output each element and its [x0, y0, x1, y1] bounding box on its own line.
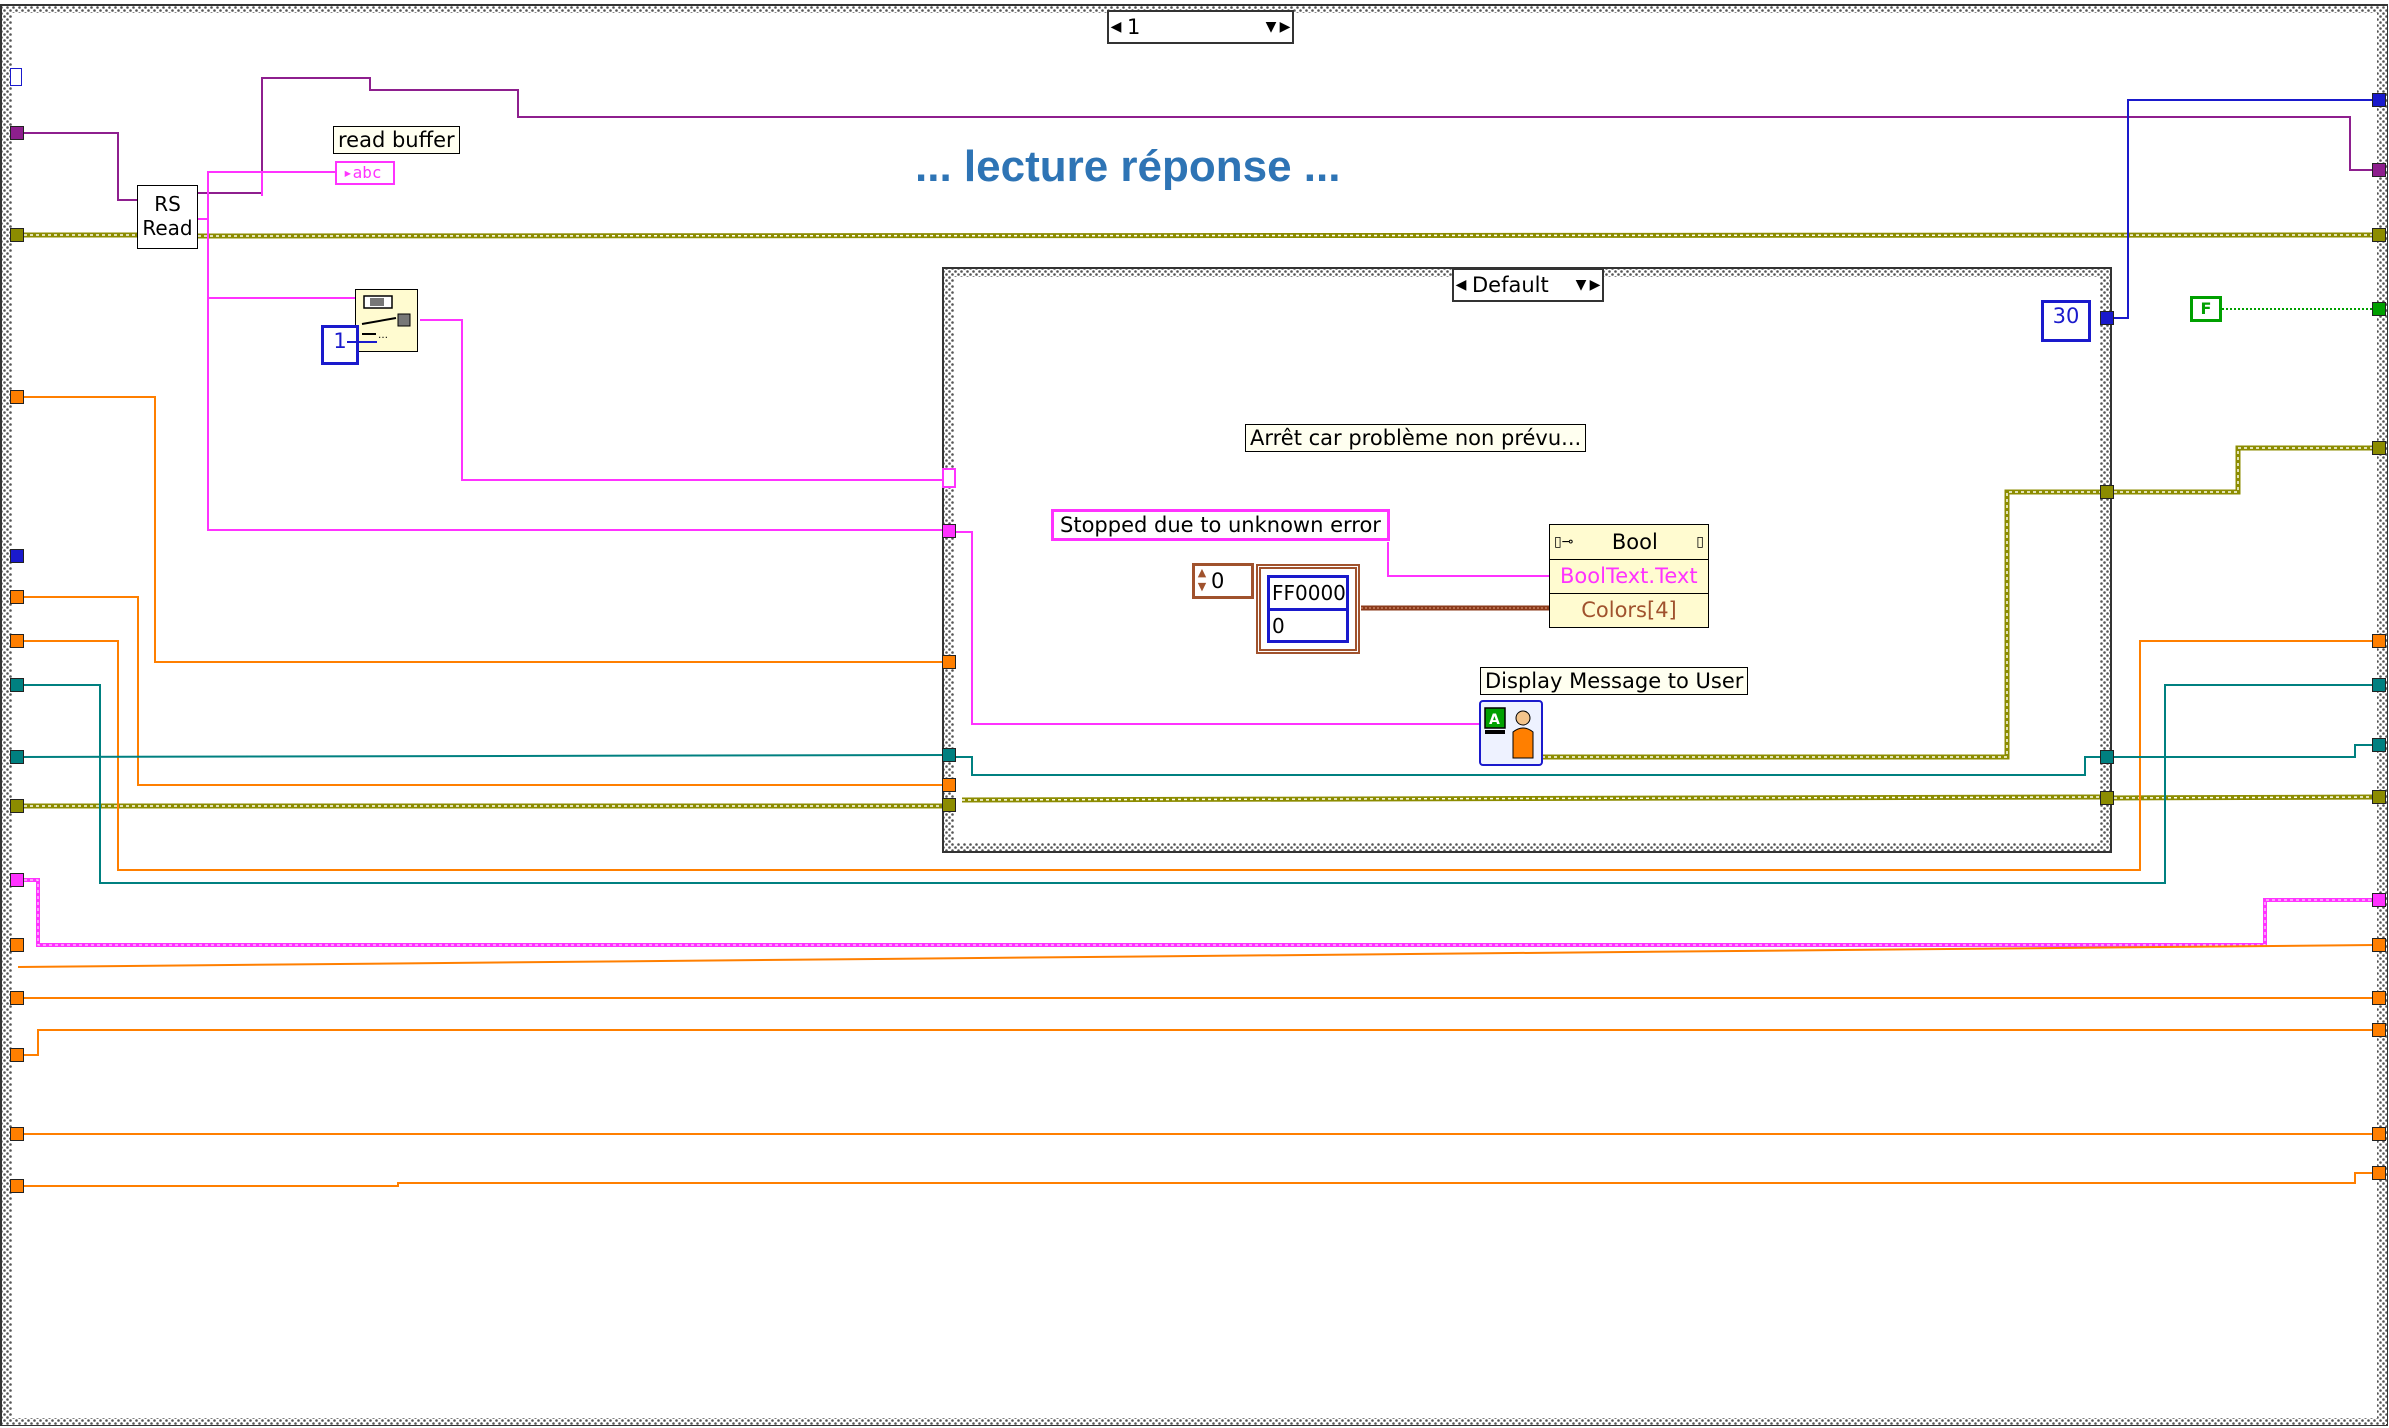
increment-arrow-icon[interactable]: ▶	[1588, 272, 1602, 298]
error-tunnel-right[interactable]	[2372, 228, 2386, 242]
outer-case-selector[interactable]: ◀ 1 ▼ ▶	[1107, 10, 1294, 44]
string-tunnel-right[interactable]	[2372, 893, 2386, 907]
error-tunnel-left-2[interactable]	[10, 799, 24, 813]
rs-read-line2: Read	[142, 216, 193, 240]
dropdown-icon[interactable]: ▼	[1264, 14, 1278, 40]
increment-arrow-icon[interactable]: ▶	[1278, 14, 1292, 40]
error-tunnel-right-3[interactable]	[2372, 790, 2386, 804]
decrement-arrow-icon[interactable]: ◀	[1454, 272, 1468, 298]
case-selector-tunnel[interactable]	[942, 468, 956, 488]
numeric-tunnel-right-5[interactable]	[2372, 1127, 2386, 1141]
property-item-2[interactable]: Colors[4]	[1550, 594, 1708, 627]
property-node-class: Bool	[1611, 530, 1658, 554]
numeric-tunnel-left-8[interactable]	[10, 1179, 24, 1193]
rs-read-line1: RS	[154, 192, 181, 216]
int-tunnel-right[interactable]	[2372, 93, 2386, 107]
numeric-tunnel-left-2[interactable]	[10, 590, 24, 604]
string-wire-thick	[18, 878, 2375, 947]
inner-case-value: Default	[1472, 273, 1549, 297]
int-tunnel-left[interactable]	[10, 549, 24, 563]
numeric-tunnel-left-3[interactable]	[10, 634, 24, 648]
int-wire	[2107, 99, 2375, 319]
annotation-title: ... lecture réponse ...	[915, 142, 1341, 191]
int-tunnel-inner-right[interactable]	[2100, 311, 2114, 325]
read-buffer-indicator[interactable]: ▸abc	[335, 161, 395, 185]
numeric-stepper-icon[interactable]: ▲ ▼	[1195, 566, 1209, 596]
refnum-tunnel-inner-left[interactable]	[942, 748, 956, 762]
refnum-tunnel-right-1[interactable]	[2372, 678, 2386, 692]
numeric-tunnel-left-7[interactable]	[10, 1127, 24, 1141]
read-buffer-indicator-text: abc	[352, 163, 382, 182]
numeric-tunnel-right-3[interactable]	[2372, 991, 2386, 1005]
comment-label: Arrêt car problème non prévu...	[1245, 424, 1587, 452]
refnum-tunnel-right-2[interactable]	[2372, 738, 2386, 752]
block-diagram: ◀ 1 ▼ ▶ ◀ Default ▼ ▶ ... lecture répons…	[0, 0, 2389, 1428]
dup-reference-icon: ▯	[1696, 534, 1704, 550]
index-constant[interactable]: 1	[321, 325, 359, 365]
cluster-value-2[interactable]: 0	[1270, 611, 1346, 641]
reference-icon: ▯⊸	[1554, 534, 1574, 550]
numeric-tunnel-left-5[interactable]	[10, 991, 24, 1005]
visa-tunnel-left[interactable]	[10, 126, 24, 140]
inner-case-selector[interactable]: ◀ Default ▼ ▶	[1452, 268, 1604, 302]
refnum-tunnel-left-1[interactable]	[10, 678, 24, 692]
refnum-tunnel-left-2[interactable]	[10, 750, 24, 764]
numeric-tunnel-right-1[interactable]	[2372, 634, 2386, 648]
display-message-subvi[interactable]: A	[1479, 700, 1543, 766]
decrement-arrow-icon[interactable]: ◀	[1109, 14, 1123, 40]
bool-property-node[interactable]: ▯⊸ Bool ▯ BoolText.Text Colors[4]	[1549, 524, 1709, 628]
error-tunnel-inner-left[interactable]	[942, 798, 956, 812]
indicator-arrow-icon: ▸	[343, 163, 353, 182]
error-tunnel-right-2[interactable]	[2372, 441, 2386, 455]
false-constant[interactable]: F	[2190, 296, 2222, 322]
dropdown-icon[interactable]: ▼	[1574, 272, 1588, 298]
bool-tunnel-right[interactable]	[2372, 302, 2386, 316]
property-item-1[interactable]: BoolText.Text	[1550, 560, 1708, 594]
numeric-tunnel-right-4[interactable]	[2372, 1023, 2386, 1037]
color-cluster-constant[interactable]: FF0000 0	[1256, 564, 1360, 654]
error-message-constant[interactable]: Stopped due to unknown error	[1051, 509, 1390, 541]
svg-text:A: A	[1489, 712, 1500, 728]
visa-tunnel-right[interactable]	[2372, 163, 2386, 177]
outer-case-frame	[0, 4, 2388, 1426]
numeric-tunnel-inner-left-2[interactable]	[942, 778, 956, 792]
numeric-tunnel-right-6[interactable]	[2372, 1166, 2386, 1180]
timeout-constant[interactable]: 30	[2041, 300, 2091, 342]
error-tunnel-inner-right[interactable]	[2100, 485, 2114, 499]
string-tunnel-left[interactable]	[10, 873, 24, 887]
cluster-inner: FF0000 0	[1267, 575, 1349, 643]
read-buffer-label: read buffer	[333, 126, 460, 154]
rs-read-subvi[interactable]: RS Read	[137, 185, 198, 249]
string-tunnel-inner-left[interactable]	[942, 524, 956, 538]
numeric-constant[interactable]: ▲ ▼ 0	[1192, 563, 1254, 599]
numeric-tunnel-right-2[interactable]	[2372, 938, 2386, 952]
numeric-tunnel-inner-left[interactable]	[942, 655, 956, 669]
numeric-tunnel-left-6[interactable]	[10, 1048, 24, 1062]
display-message-label: Display Message to User	[1480, 667, 1749, 695]
svg-text:…: …	[378, 330, 388, 341]
refnum-tunnel-inner-right[interactable]	[2100, 750, 2114, 764]
outer-case-value: 1	[1127, 15, 1141, 39]
false-constant-text: F	[2200, 299, 2212, 318]
error-tunnel-left[interactable]	[10, 228, 24, 242]
cluster-value-1[interactable]: FF0000	[1270, 578, 1346, 611]
help-tunnel[interactable]	[10, 68, 22, 86]
numeric-constant-text: 0	[1211, 569, 1225, 593]
property-node-header: ▯⊸ Bool ▯	[1550, 525, 1708, 560]
numeric-tunnel-left-4[interactable]	[10, 938, 24, 952]
user-message-icon: A	[1484, 707, 1534, 759]
error-tunnel-inner-right-2[interactable]	[2100, 791, 2114, 805]
numeric-tunnel-left-1[interactable]	[10, 390, 24, 404]
wire-layer	[0, 4, 2388, 1426]
